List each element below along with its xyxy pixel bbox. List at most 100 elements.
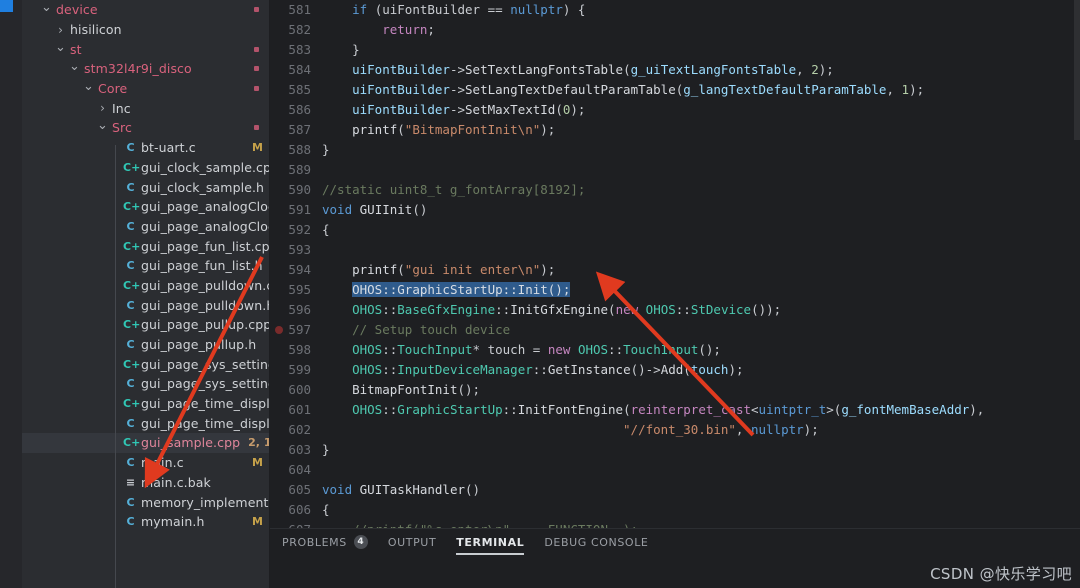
panel-tab-debug-console[interactable]: DEBUG CONSOLE — [544, 536, 648, 549]
panel-tab-output[interactable]: OUTPUT — [388, 536, 436, 549]
line-number[interactable]: 587 — [270, 120, 322, 140]
code-line[interactable]: 593 — [270, 240, 1080, 260]
line-number[interactable]: 590 — [270, 180, 322, 200]
line-number[interactable]: 601 — [270, 400, 322, 420]
code-line[interactable]: 597 // Setup touch device — [270, 320, 1080, 340]
tree-item[interactable]: C+gui_page_pulldown.cpp — [22, 276, 269, 296]
code-line[interactable]: 599 OHOS::InputDeviceManager::GetInstanc… — [270, 360, 1080, 380]
tree-item[interactable]: ⌄ device — [22, 0, 269, 20]
terminal-output[interactable]: base build build.py build.sh device driv… — [270, 555, 1080, 588]
code-lines[interactable]: 581 if (uiFontBuilder == nullptr) {582 r… — [270, 0, 1080, 528]
code-line[interactable]: 602 "//font_30.bin", nullptr); — [270, 420, 1080, 440]
line-number[interactable]: 598 — [270, 340, 322, 360]
tree-item[interactable]: Cmemory_implement.c — [22, 492, 269, 512]
tree-item[interactable]: ≡ main.c.bak — [22, 473, 269, 493]
file-type-icon: C+ — [123, 200, 141, 214]
code-line[interactable]: 606{ — [270, 500, 1080, 520]
code-line[interactable]: 604 — [270, 460, 1080, 480]
code-line[interactable]: 587 printf("BitmapFontInit\n"); — [270, 120, 1080, 140]
line-number[interactable]: 591 — [270, 200, 322, 220]
line-number[interactable]: 599 — [270, 360, 322, 380]
code-line[interactable]: 595 OHOS::GraphicStartUp::Init(); — [270, 280, 1080, 300]
code-line[interactable]: 588} — [270, 140, 1080, 160]
tree-item[interactable]: C+gui_page_sys_setting.cpp — [22, 354, 269, 374]
line-number[interactable]: 588 — [270, 140, 322, 160]
tree-item[interactable]: Cbt-uart.c M — [22, 138, 269, 158]
tree-item[interactable]: Cgui_page_pullup.h — [22, 335, 269, 355]
code-line[interactable]: 584 uiFontBuilder->SetTextLangFontsTable… — [270, 60, 1080, 80]
line-number[interactable]: 594 — [270, 260, 322, 280]
editor-scrollbar[interactable] — [1074, 0, 1080, 140]
tree-item[interactable]: C+ gui_clock_sample.cpp — [22, 158, 269, 178]
tree-item[interactable]: Cgui_page_analogClock.h — [22, 217, 269, 237]
line-number[interactable]: 585 — [270, 80, 322, 100]
line-number[interactable]: 595 — [270, 280, 322, 300]
line-number[interactable]: 605 — [270, 480, 322, 500]
line-number[interactable]: 596 — [270, 300, 322, 320]
tree-item[interactable]: Cmain.c M — [22, 453, 269, 473]
code-line[interactable]: 603} — [270, 440, 1080, 460]
tree-item[interactable]: C+ gui_sample.cpp 2, 1 — [22, 433, 269, 453]
tree-item[interactable]: ⌄ stm32l4r9i_disco — [22, 59, 269, 79]
tree-item[interactable]: C+ gui_page_fun_list.cpp — [22, 236, 269, 256]
code-line[interactable]: 605 void GUITaskHandler() — [270, 480, 1080, 500]
line-number-with-breakpoint[interactable]: 597 — [270, 320, 322, 340]
code-line[interactable]: 594 printf("gui init enter\n"); — [270, 260, 1080, 280]
code-text: uiFontBuilder->SetLangTextDefaultParamTa… — [322, 80, 1080, 100]
line-number[interactable]: 589 — [270, 160, 322, 180]
explorer-panel[interactable]: ⌄ device › hisilicon ⌄ st ⌄ stm32l4r9i_disco ⌄ Co… — [22, 0, 270, 588]
code-line[interactable]: 582 return; — [270, 20, 1080, 40]
panel-tab-list[interactable]: PROBLEMS 4 OUTPUT TERMINAL DEBUG CONSOLE — [270, 529, 1080, 555]
file-tree[interactable]: ⌄ device › hisilicon ⌄ st ⌄ stm32l4r9i_disco ⌄ Co… — [22, 0, 269, 532]
line-number[interactable]: 584 — [270, 60, 322, 80]
code-line[interactable]: 601 OHOS::GraphicStartUp::InitFontEngine… — [270, 400, 1080, 420]
tree-item[interactable]: ⌄ Src — [22, 118, 269, 138]
code-line[interactable]: 598 OHOS::TouchInput* touch = new OHOS::… — [270, 340, 1080, 360]
tree-item[interactable]: C+ gui_page_pullup.cpp — [22, 315, 269, 335]
chevron-down-icon: ⌄ — [55, 39, 66, 55]
code-line[interactable]: 581 if (uiFontBuilder == nullptr) { — [270, 0, 1080, 20]
code-editor[interactable]: 581 if (uiFontBuilder == nullptr) {582 r… — [270, 0, 1080, 528]
code-line[interactable]: 586 uiFontBuilder->SetMaxTextId(0); — [270, 100, 1080, 120]
line-number[interactable]: 592 — [270, 220, 322, 240]
code-line[interactable]: 590//static uint8_t g_fontArray[8192]; — [270, 180, 1080, 200]
line-number[interactable]: 607 — [270, 520, 322, 528]
line-number[interactable]: 581 — [270, 0, 322, 20]
code-line[interactable]: 607 //printf("%s enter\n", __FUNCTION__)… — [270, 520, 1080, 528]
line-number[interactable]: 583 — [270, 40, 322, 60]
tree-item[interactable]: ⌄ st — [22, 39, 269, 59]
code-line[interactable]: 583 } — [270, 40, 1080, 60]
line-number[interactable]: 604 — [270, 460, 322, 480]
tree-item[interactable]: Cgui_page_pulldown.h — [22, 295, 269, 315]
code-line[interactable]: 596 OHOS::BaseGfxEngine::InitGfxEngine(n… — [270, 300, 1080, 320]
tree-item[interactable]: ⌄ Core — [22, 79, 269, 99]
tree-item[interactable]: Cgui_page_sys_setting.h — [22, 374, 269, 394]
line-number[interactable]: 606 — [270, 500, 322, 520]
tree-item[interactable]: Cmymain.h M — [22, 512, 269, 532]
line-number[interactable]: 602 — [270, 420, 322, 440]
git-status-dot — [254, 7, 259, 13]
tree-item[interactable]: Cgui_page_time_display.h — [22, 413, 269, 433]
panel-tab-label: DEBUG CONSOLE — [544, 535, 649, 549]
line-number[interactable]: 586 — [270, 100, 322, 120]
code-line[interactable]: 591 void GUIInit() — [270, 200, 1080, 220]
code-line[interactable]: 589 — [270, 160, 1080, 180]
code-token: GetInstance — [547, 362, 631, 377]
code-token: uintptr_t — [758, 402, 827, 417]
code-line[interactable]: 585 uiFontBuilder->SetLangTextDefaultPar… — [270, 80, 1080, 100]
tree-item[interactable]: Cgui_page_fun_list.h — [22, 256, 269, 276]
line-number[interactable]: 593 — [270, 240, 322, 260]
line-number[interactable]: 603 — [270, 440, 322, 460]
code-line[interactable]: 600 BitmapFontInit(); — [270, 380, 1080, 400]
line-number[interactable]: 582 — [270, 20, 322, 40]
code-token: ( — [397, 122, 405, 137]
line-number[interactable]: 600 — [270, 380, 322, 400]
tree-item[interactable]: › Inc — [22, 98, 269, 118]
tree-item[interactable]: Cgui_clock_sample.h — [22, 177, 269, 197]
tree-item[interactable]: C+gui_page_analogClock.cpp — [22, 197, 269, 217]
panel-tab-terminal[interactable]: TERMINAL — [456, 536, 525, 555]
tree-item[interactable]: C+gui_page_time_display.cpp — [22, 394, 269, 414]
panel-tab-problems[interactable]: PROBLEMS 4 — [282, 535, 368, 549]
code-line[interactable]: 592{ — [270, 220, 1080, 240]
tree-item[interactable]: › hisilicon — [22, 20, 269, 40]
